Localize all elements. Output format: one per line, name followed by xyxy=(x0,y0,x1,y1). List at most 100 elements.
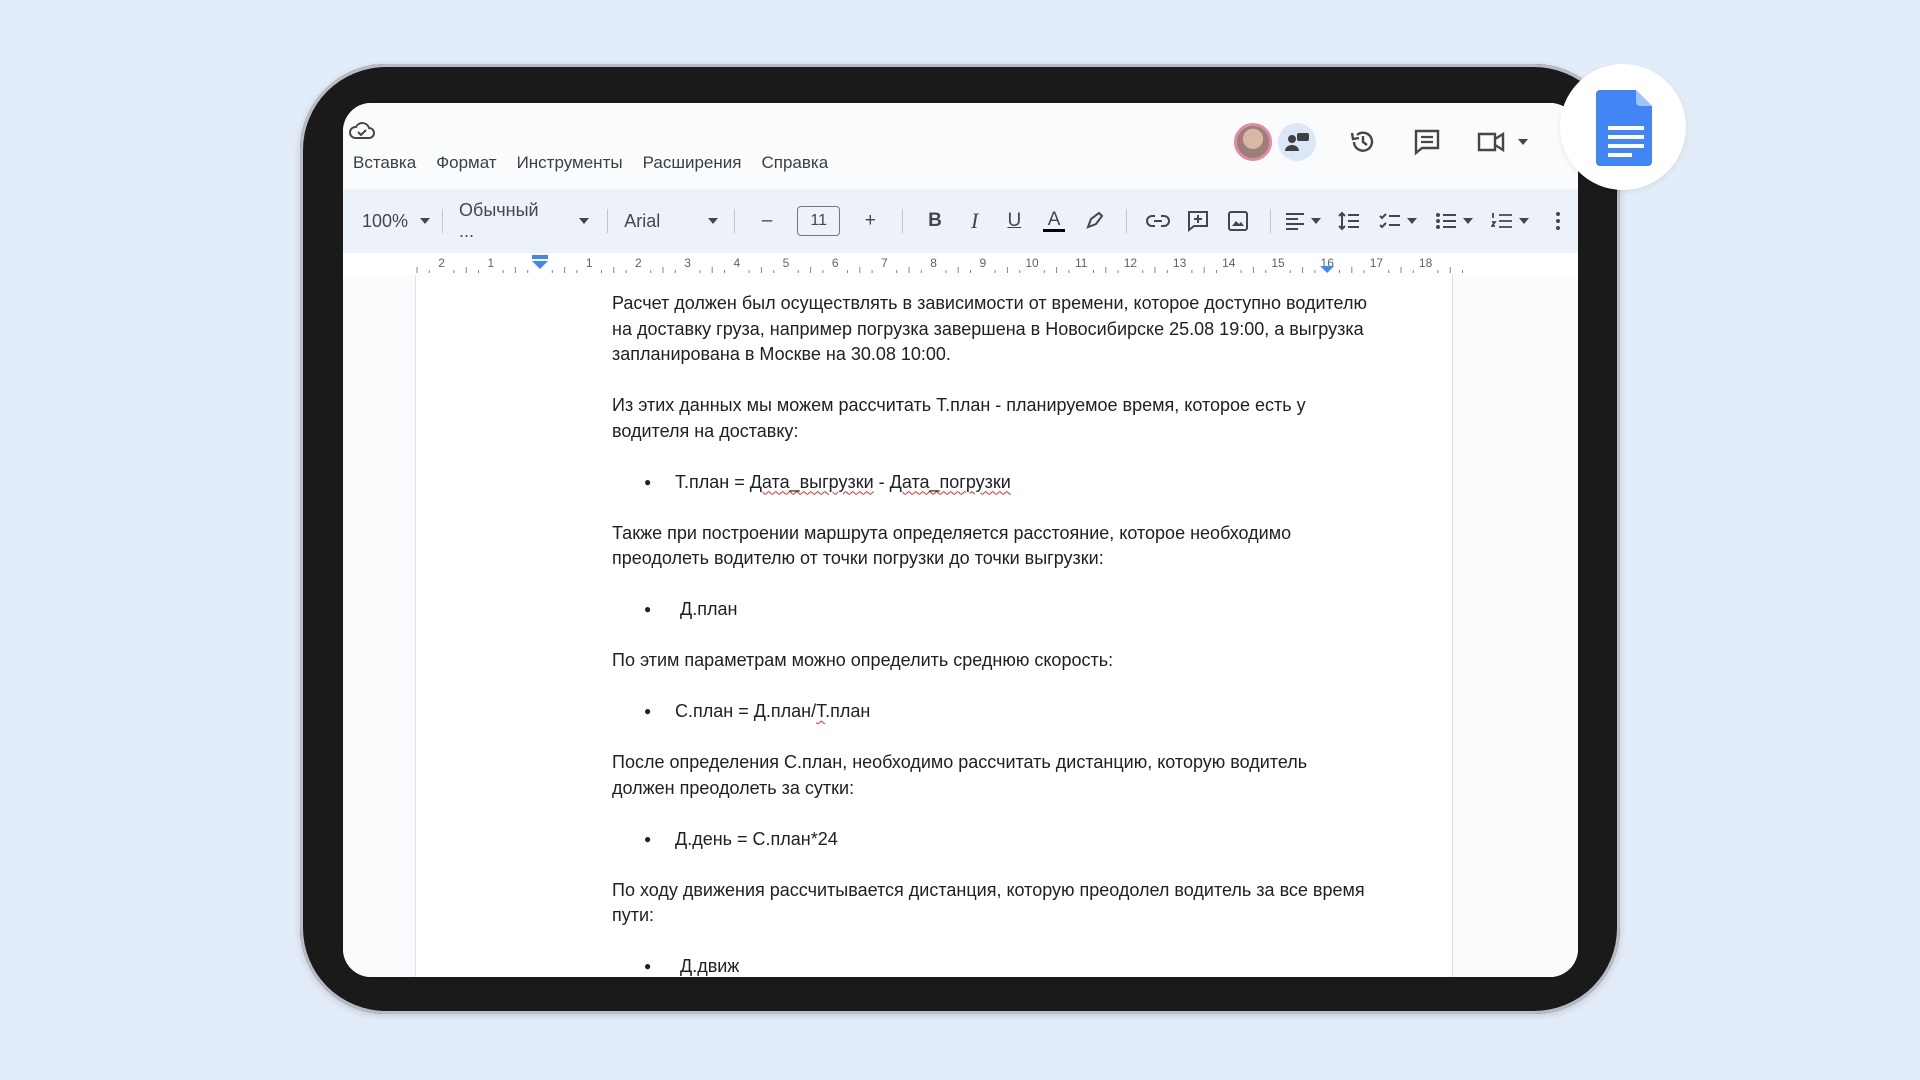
paragraph: Также при построении маршрута определяет… xyxy=(612,522,1292,569)
chevron-down-icon xyxy=(708,218,719,224)
ruler-label: 4 xyxy=(733,256,740,270)
menu-bar: Вставка Формат Инструменты Расширения Сп… xyxy=(353,153,828,173)
ruler-label: 10 xyxy=(1025,256,1039,270)
paragraph: По этим параметрам можно определить сред… xyxy=(612,650,1114,670)
text-color-label: A xyxy=(1047,208,1061,230)
ruler-label: 15 xyxy=(1271,256,1285,270)
insert-image-icon[interactable] xyxy=(1223,206,1253,236)
collaborator-avatar[interactable] xyxy=(1278,123,1316,161)
document-body[interactable]: Расчет должен был осуществлять в зависим… xyxy=(612,291,1372,977)
font-size-input[interactable]: 11 xyxy=(796,206,841,236)
ruler-label: 7 xyxy=(881,256,888,270)
ruler-label: 14 xyxy=(1222,256,1236,270)
menu-tools[interactable]: Инструменты xyxy=(517,153,623,173)
ruler-margin-marker xyxy=(532,261,548,269)
text-color-button[interactable]: A xyxy=(1039,206,1069,236)
list-item: Т.план = Дата_выгрузки - Дата_погрузки xyxy=(612,470,1372,496)
google-docs-badge xyxy=(1560,64,1686,190)
zoom-select[interactable]: 100% xyxy=(362,210,431,232)
add-comment-icon[interactable] xyxy=(1183,206,1213,236)
history-icon[interactable] xyxy=(1346,125,1380,159)
text-color-bar xyxy=(1043,228,1066,232)
chevron-down-icon xyxy=(1519,218,1530,224)
checklist-select[interactable] xyxy=(1379,212,1418,230)
chevron-down-icon xyxy=(1407,218,1418,224)
bold-button[interactable]: B xyxy=(920,206,950,236)
menu-format[interactable]: Формат xyxy=(436,153,496,173)
header-right-tools xyxy=(1234,123,1528,161)
chevron-down-icon xyxy=(579,218,590,224)
divider xyxy=(442,209,444,233)
ruler-label: 8 xyxy=(930,256,937,270)
increase-font-button[interactable]: + xyxy=(855,206,885,236)
list-item: С.план = Д.план/Т.план xyxy=(612,699,1372,725)
cloud-icon[interactable] xyxy=(348,121,376,141)
ruler-label: 12 xyxy=(1124,256,1138,270)
paragraph: По ходу движения рассчитывается дистанци… xyxy=(612,879,1365,926)
paragraph: После определения С.план, необходимо рас… xyxy=(612,752,1308,798)
style-value: Обычный ... xyxy=(459,200,539,241)
underline-button[interactable]: U xyxy=(1000,206,1030,236)
ruler-label: 2 xyxy=(438,256,445,270)
decrease-font-button[interactable]: – xyxy=(752,206,782,236)
highlight-icon[interactable] xyxy=(1079,206,1109,236)
ruler-label: 3 xyxy=(684,256,691,270)
line-spacing-icon[interactable] xyxy=(1335,206,1365,236)
video-call-button[interactable] xyxy=(1476,129,1528,155)
document-canvas: Расчет должен был осуществлять в зависим… xyxy=(343,275,1578,977)
checklist-icon xyxy=(1379,213,1401,229)
ruler-label: 1 xyxy=(487,256,494,270)
docs-window: Вставка Формат Инструменты Расширения Сп… xyxy=(343,103,1578,977)
divider xyxy=(1269,209,1271,233)
ruler-label: 17 xyxy=(1370,256,1384,270)
divider xyxy=(1125,209,1127,233)
zoom-value: 100% xyxy=(362,210,409,231)
italic-button[interactable]: I xyxy=(960,206,990,236)
chevron-down-icon xyxy=(1310,218,1321,224)
font-select[interactable]: Arial xyxy=(624,210,719,232)
menu-help[interactable]: Справка xyxy=(761,153,828,173)
list-item: Д.план xyxy=(612,597,1372,623)
google-docs-icon xyxy=(1596,90,1652,166)
ruler-label: 18 xyxy=(1419,256,1433,270)
header-bar: Вставка Формат Инструменты Расширения Сп… xyxy=(343,103,1578,189)
menu-insert[interactable]: Вставка xyxy=(353,153,416,173)
ruler-label: 13 xyxy=(1173,256,1187,270)
ruler-label: 5 xyxy=(783,256,790,270)
list-item: Д.день = С.план*24 xyxy=(612,827,1372,853)
ruler-label: 6 xyxy=(832,256,839,270)
ruler[interactable]: 2 1 1 2 3 4 5 6 7 8 9 10 11 12 13 14 15 16 17 18 xyxy=(343,253,1578,276)
chevron-down-icon xyxy=(1518,139,1528,145)
style-select[interactable]: Обычный ... xyxy=(459,200,590,242)
ruler-label: 1 xyxy=(586,256,593,270)
video-call-icon xyxy=(1477,131,1505,153)
document-page[interactable]: Расчет должен был осуществлять в зависим… xyxy=(415,275,1453,977)
list-item: Д.движ xyxy=(612,954,1372,977)
more-options-icon[interactable] xyxy=(1543,206,1573,236)
comment-icon[interactable] xyxy=(1410,125,1444,159)
align-select[interactable] xyxy=(1285,212,1321,230)
link-icon[interactable] xyxy=(1144,206,1174,236)
numbered-list-select[interactable] xyxy=(1491,212,1530,230)
ruler-indent-marker xyxy=(532,255,548,259)
chevron-down-icon xyxy=(420,218,431,224)
ruler-label: 9 xyxy=(979,256,986,270)
person-chat-icon xyxy=(1285,133,1309,151)
divider xyxy=(734,209,736,233)
formatting-toolbar: 100% Обычный ... Arial – 11 + B I U A xyxy=(343,189,1578,253)
chevron-down-icon xyxy=(1463,218,1474,224)
divider xyxy=(607,209,609,233)
paragraph: Расчет должен был осуществлять в зависим… xyxy=(612,293,1367,364)
ruler-label: 11 xyxy=(1075,256,1088,270)
user-avatar[interactable] xyxy=(1234,123,1272,161)
ruler-scale: 2 1 1 2 3 4 5 6 7 8 9 10 11 12 13 14 15 16 17 18 xyxy=(416,255,1463,273)
menu-extensions[interactable]: Расширения xyxy=(643,153,742,173)
numbered-list-icon xyxy=(1491,213,1513,228)
bullet-list-icon xyxy=(1436,213,1457,229)
bullet-list-select[interactable] xyxy=(1435,212,1474,230)
font-value: Arial xyxy=(624,210,661,231)
ruler-label: 2 xyxy=(635,256,642,270)
divider xyxy=(902,209,904,233)
paragraph: Из этих данных мы можем рассчитать Т.пла… xyxy=(612,395,1306,441)
align-left-icon xyxy=(1285,213,1304,230)
